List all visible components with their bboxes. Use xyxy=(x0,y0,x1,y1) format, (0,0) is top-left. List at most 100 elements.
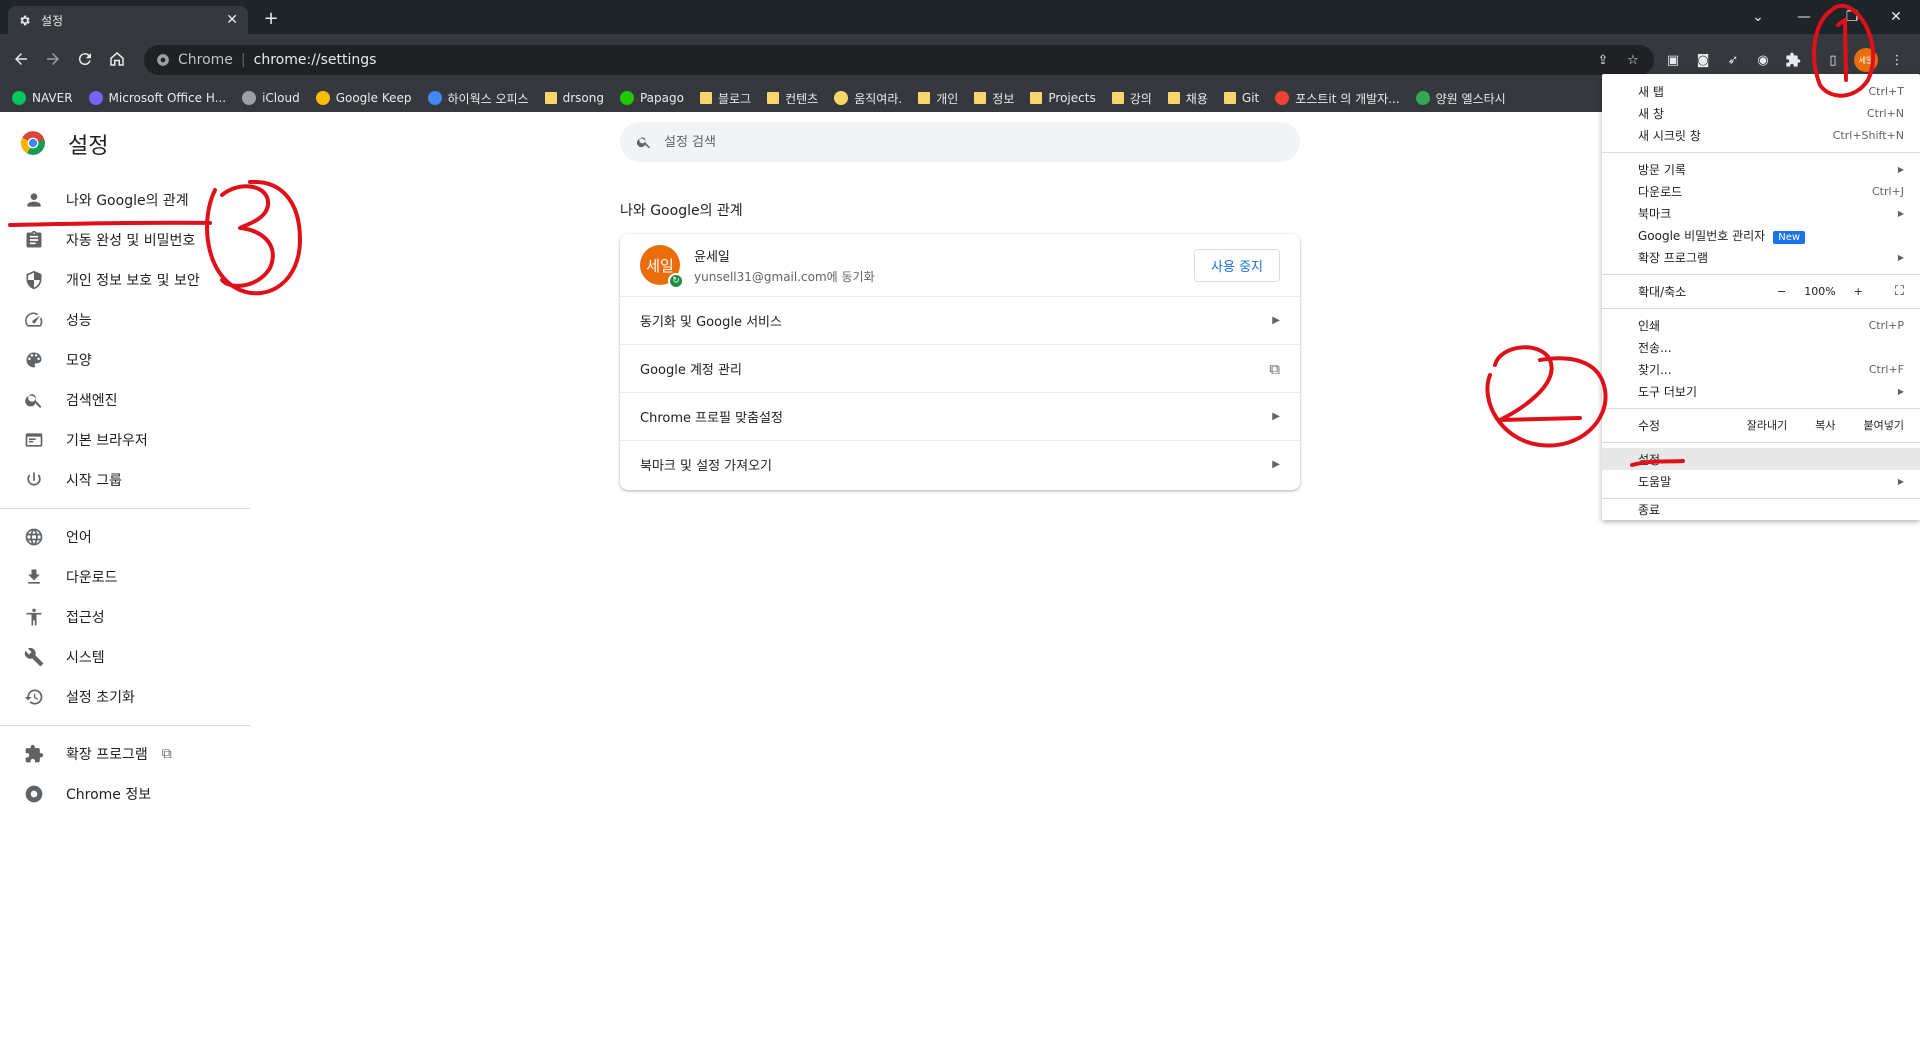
bookmark-item[interactable]: Git xyxy=(1223,91,1260,105)
close-icon[interactable]: ✕ xyxy=(226,12,238,28)
menu-item-downloads[interactable]: 다운로드 Ctrl+J xyxy=(1602,180,1920,202)
folder-icon xyxy=(918,92,931,104)
sidebar-item-group2-0[interactable]: 언어 xyxy=(0,517,250,557)
bookmark-item[interactable]: 정보 xyxy=(974,90,1014,107)
sidebar-item-group3-1[interactable]: Chrome 정보 xyxy=(0,774,250,814)
card-row-2[interactable]: Chrome 프로필 맞춤설정 ▶ xyxy=(620,392,1300,440)
bookmark-item[interactable]: 개인 xyxy=(918,90,958,107)
sidebar-item-group2-3[interactable]: 시스템 xyxy=(0,637,250,677)
bookmark-label: Git xyxy=(1241,91,1260,105)
minimize-button[interactable]: — xyxy=(1784,6,1824,28)
tab-settings[interactable]: 설정 ✕ xyxy=(8,6,248,34)
menu-item-more-tools[interactable]: 도구 더보기 ▶ xyxy=(1602,380,1920,402)
row-label: 북마크 및 설정 가져오기 xyxy=(640,459,772,474)
stop-sync-button[interactable]: 사용 중지 xyxy=(1194,248,1280,282)
new-tab-button[interactable]: + xyxy=(258,8,284,30)
side-panel-icon[interactable]: ▯ xyxy=(1822,49,1844,71)
bookmark-item[interactable]: Google Keep xyxy=(315,91,412,105)
menu-item-settings[interactable]: 설정 xyxy=(1602,448,1920,470)
profile-avatar-large: 세일 ↻ xyxy=(640,245,684,289)
card-row-1[interactable]: Google 계정 관리 ⧉ xyxy=(620,344,1300,392)
forward-button[interactable] xyxy=(40,46,66,72)
browser-icon xyxy=(25,433,43,447)
annotation-number-2 xyxy=(1493,345,1582,422)
reload-button[interactable] xyxy=(72,46,98,72)
sidebar-item-group2-4[interactable]: 설정 초기화 xyxy=(0,677,250,717)
bookmark-label: 포스트it 의 개발자... xyxy=(1295,91,1400,106)
menu-item-new-window[interactable]: 새 창 Ctrl+N xyxy=(1602,102,1920,124)
menu-item-exit[interactable]: 종료 xyxy=(1602,498,1920,520)
copy-button[interactable]: 복사 xyxy=(1815,417,1835,433)
paste-button[interactable]: 붙여넣기 xyxy=(1864,417,1904,433)
palette-icon xyxy=(26,352,42,368)
fullscreen-icon[interactable]: ⛶ xyxy=(1895,284,1904,299)
zoom-out-button[interactable]: − xyxy=(1777,285,1786,298)
menu-item-print[interactable]: 인쇄 Ctrl+P xyxy=(1602,314,1920,336)
menu-item-extensions[interactable]: 확장 프로그램 ▶ xyxy=(1602,246,1920,268)
share-icon[interactable]: ⇪ xyxy=(1592,49,1614,71)
menu-label: 새 탭 xyxy=(1638,84,1664,99)
menu-item-new-incognito[interactable]: 새 시크릿 창 Ctrl+Shift+N xyxy=(1602,124,1920,146)
star-icon[interactable]: ☆ xyxy=(1622,49,1644,71)
sidebar-item-group1-3[interactable]: 성능 xyxy=(0,300,250,340)
bookmark-item[interactable]: 블로그 xyxy=(699,90,751,107)
sidebar-item-group1-6[interactable]: 기본 브라우저 xyxy=(0,420,250,460)
settings-search[interactable] xyxy=(620,122,1300,162)
cursor-extension-icon[interactable]: ➶ xyxy=(1722,49,1744,71)
bookmark-item[interactable]: 하이웍스 오피스 xyxy=(427,90,529,107)
sidebar-item-group1-0[interactable]: 나와 Google의 관계 xyxy=(0,180,250,220)
bookmark-item[interactable]: drsong xyxy=(544,91,604,105)
cast-extension-icon[interactable]: ▣ xyxy=(1662,49,1684,71)
cut-button[interactable]: 잘라내기 xyxy=(1747,417,1787,433)
card-row-3[interactable]: 북마크 및 설정 가져오기 ▶ xyxy=(620,440,1300,488)
menu-item-bookmarks[interactable]: 북마크 ▶ xyxy=(1602,202,1920,224)
chevron-down-icon[interactable]: ⌄ xyxy=(1738,6,1778,28)
zoom-in-button[interactable]: + xyxy=(1854,285,1863,298)
restore-button[interactable]: ❐ xyxy=(1832,6,1872,28)
menu-item-history[interactable]: 방문 기록 ▶ xyxy=(1602,158,1920,180)
row-label: Google 계정 관리 xyxy=(640,363,742,378)
bookmark-item[interactable]: 포스트it 의 개발자... xyxy=(1275,90,1400,107)
card-row-0[interactable]: 동기화 및 Google 서비스 ▶ xyxy=(620,296,1300,344)
back-button[interactable] xyxy=(8,46,34,72)
bookmark-item[interactable]: 움직여라. xyxy=(834,90,902,107)
sidebar-item-group2-1[interactable]: 다운로드 xyxy=(0,557,250,597)
sidebar-item-group1-5[interactable]: 검색엔진 xyxy=(0,380,250,420)
bookmark-item[interactable]: Papago xyxy=(619,91,684,105)
folder-icon xyxy=(1223,92,1236,104)
kebab-menu-icon[interactable]: ⋮ xyxy=(1886,49,1908,71)
bookmark-item[interactable]: NAVER xyxy=(12,91,73,105)
new-badge: New xyxy=(1773,230,1806,244)
puzzle-icon[interactable] xyxy=(1782,49,1804,71)
window-close-button[interactable]: ✕ xyxy=(1876,6,1916,28)
sidebar-item-group1-1[interactable]: 자동 완성 및 비밀번호 xyxy=(0,220,250,260)
profile-avatar[interactable]: 세일 xyxy=(1854,48,1878,72)
bookmark-item[interactable]: 강의 xyxy=(1111,90,1152,107)
home-button[interactable] xyxy=(104,46,130,72)
screen-capture-icon[interactable]: ◙ xyxy=(1692,49,1714,71)
bookmark-item[interactable]: 양원 엘스타시 xyxy=(1415,90,1506,107)
sidebar-item-group3-0[interactable]: 확장 프로그램 ⧉ xyxy=(0,734,250,774)
sidebar-item-group1-7[interactable]: 시작 그룹 xyxy=(0,460,250,500)
search-input[interactable] xyxy=(664,134,1224,150)
camera-icon[interactable]: ◉ xyxy=(1752,49,1774,71)
menu-item-cast[interactable]: 전송... xyxy=(1602,336,1920,358)
tab-title: 설정 xyxy=(41,13,64,28)
bookmark-item[interactable]: Projects xyxy=(1030,91,1096,105)
menu-item-new-tab[interactable]: 새 탭 Ctrl+T xyxy=(1602,80,1920,102)
bookmark-item[interactable]: 컨텐츠 xyxy=(767,90,818,107)
sidebar-item-group1-2[interactable]: 개인 정보 보호 및 보안 xyxy=(0,260,250,300)
bookmark-label: 하이웍스 오피스 xyxy=(447,91,529,106)
menu-item-help[interactable]: 도움말 ▶ xyxy=(1602,470,1920,492)
sidebar-item-group1-4[interactable]: 모양 xyxy=(0,340,250,380)
menu-item-find[interactable]: 찾기... Ctrl+F xyxy=(1602,358,1920,380)
bookmark-label: 컨텐츠 xyxy=(785,91,819,106)
menu-item-password-manager[interactable]: Google 비밀번호 관리자 New xyxy=(1602,224,1920,246)
bookmark-item[interactable]: Microsoft Office H... xyxy=(88,91,226,105)
submenu-arrow-icon: ▶ xyxy=(1897,164,1904,174)
sync-icon: ↻ xyxy=(668,273,684,289)
sidebar-item-group2-2[interactable]: 접근성 xyxy=(0,597,250,637)
bookmark-item[interactable]: 채용 xyxy=(1167,90,1208,107)
address-bar[interactable]: Chrome | chrome://settings xyxy=(144,45,1654,75)
bookmark-item[interactable]: iCloud xyxy=(242,91,300,105)
